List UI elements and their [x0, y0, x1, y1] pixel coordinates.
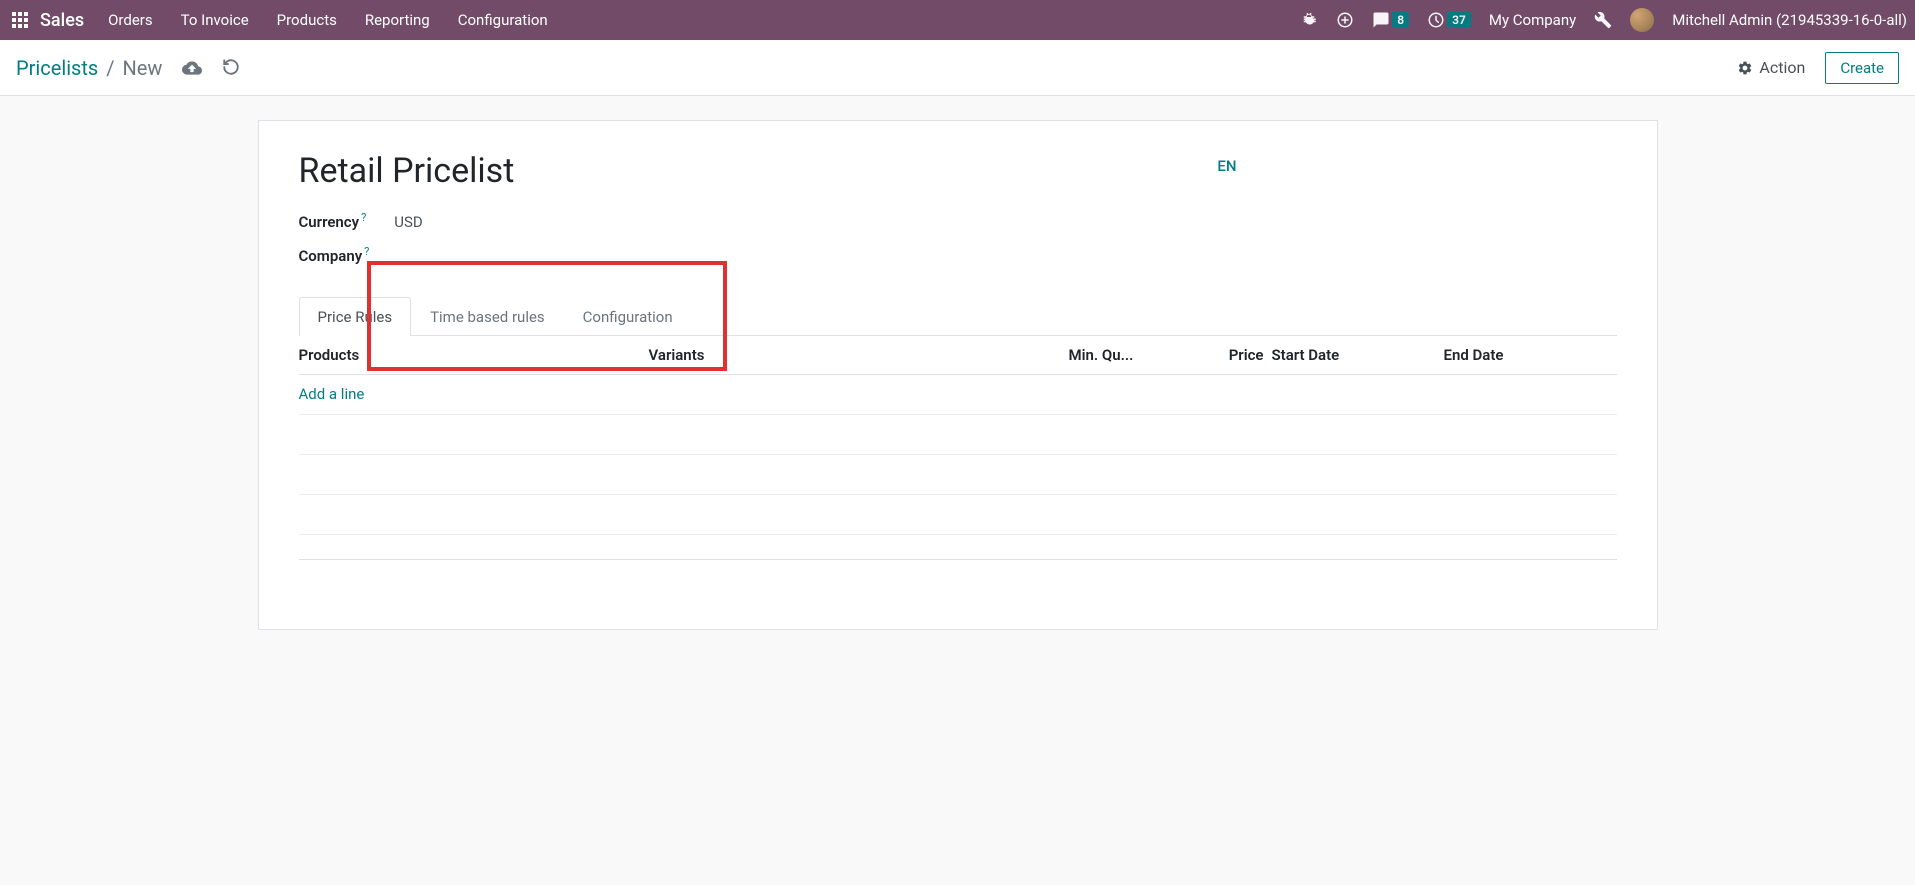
tab-time-based-rules[interactable]: Time based rules	[411, 297, 564, 336]
menu-products[interactable]: Products	[277, 11, 337, 29]
breadcrumb-parent[interactable]: Pricelists	[16, 56, 98, 80]
systray: 8 37 My Company Mitchell Admin (21945339…	[1300, 8, 1907, 32]
support-icon[interactable]	[1336, 11, 1354, 29]
messages-badge: 8	[1392, 12, 1409, 28]
top-navigation: Sales Orders To Invoice Products Reporti…	[0, 0, 1915, 40]
breadcrumb-current: New	[123, 56, 163, 80]
create-button[interactable]: Create	[1825, 52, 1899, 84]
action-dropdown[interactable]: Action	[1737, 58, 1805, 77]
company-switcher[interactable]: My Company	[1489, 11, 1576, 29]
user-name[interactable]: Mitchell Admin (21945339-16-0-all)	[1672, 11, 1907, 29]
grid-empty-row	[299, 415, 1617, 455]
tab-price-rules[interactable]: Price Rules	[299, 297, 412, 336]
col-header-variants[interactable]: Variants	[649, 346, 1069, 364]
company-field: Company?	[299, 245, 1218, 265]
add-line-link[interactable]: Add a line	[299, 385, 365, 404]
discard-icon[interactable]	[222, 58, 240, 78]
help-icon[interactable]: ?	[361, 211, 366, 224]
currency-value[interactable]: USD	[394, 213, 422, 231]
apps-menu-icon[interactable]	[12, 12, 28, 28]
language-selector[interactable]: EN	[1217, 157, 1236, 175]
menu-orders[interactable]: Orders	[108, 11, 153, 29]
status-indicators	[182, 58, 240, 78]
grid-empty-row	[299, 495, 1617, 535]
help-icon[interactable]: ?	[364, 245, 369, 258]
pricelist-title[interactable]: Retail Pricelist	[299, 151, 1218, 191]
col-header-products[interactable]: Products	[299, 346, 649, 364]
col-header-enddate[interactable]: End Date	[1444, 346, 1617, 364]
col-header-startdate[interactable]: Start Date	[1264, 346, 1444, 364]
grid-footer	[299, 559, 1617, 629]
app-brand[interactable]: Sales	[40, 10, 84, 31]
menu-reporting[interactable]: Reporting	[365, 11, 430, 29]
grid-empty-row	[299, 455, 1617, 495]
grid-add-row: Add a line	[299, 375, 1617, 415]
notebook-tabs: Price Rules Time based rules Configurati…	[299, 297, 1617, 336]
main-menu: Orders To Invoice Products Reporting Con…	[108, 11, 548, 29]
grid-header-row: Products Variants Min. Qu... Price Start…	[299, 336, 1617, 375]
company-label: Company?	[299, 245, 370, 265]
col-header-price[interactable]: Price	[1219, 346, 1264, 364]
activities-badge: 37	[1447, 12, 1471, 28]
price-rules-grid: Products Variants Min. Qu... Price Start…	[299, 336, 1617, 629]
user-avatar[interactable]	[1630, 8, 1654, 32]
currency-field: Currency? USD	[299, 211, 1218, 231]
page-body: Retail Pricelist Currency? USD Company? …	[0, 96, 1915, 670]
gear-icon	[1737, 60, 1753, 76]
activities-icon[interactable]: 37	[1427, 11, 1471, 29]
tools-icon[interactable]	[1594, 11, 1612, 29]
form-sheet: Retail Pricelist Currency? USD Company? …	[258, 120, 1658, 630]
menu-configuration[interactable]: Configuration	[458, 11, 548, 29]
tab-configuration[interactable]: Configuration	[564, 297, 692, 336]
breadcrumb-separator: /	[106, 56, 114, 80]
breadcrumb: Pricelists / New	[16, 56, 162, 80]
col-header-minqu[interactable]: Min. Qu...	[1069, 346, 1219, 364]
messages-icon[interactable]: 8	[1372, 11, 1409, 29]
action-label: Action	[1759, 58, 1805, 77]
bug-icon[interactable]	[1300, 11, 1318, 29]
control-panel: Pricelists / New Action Create	[0, 40, 1915, 96]
menu-to-invoice[interactable]: To Invoice	[181, 11, 249, 29]
currency-label: Currency?	[299, 211, 367, 231]
unsaved-cloud-icon[interactable]	[182, 58, 202, 78]
